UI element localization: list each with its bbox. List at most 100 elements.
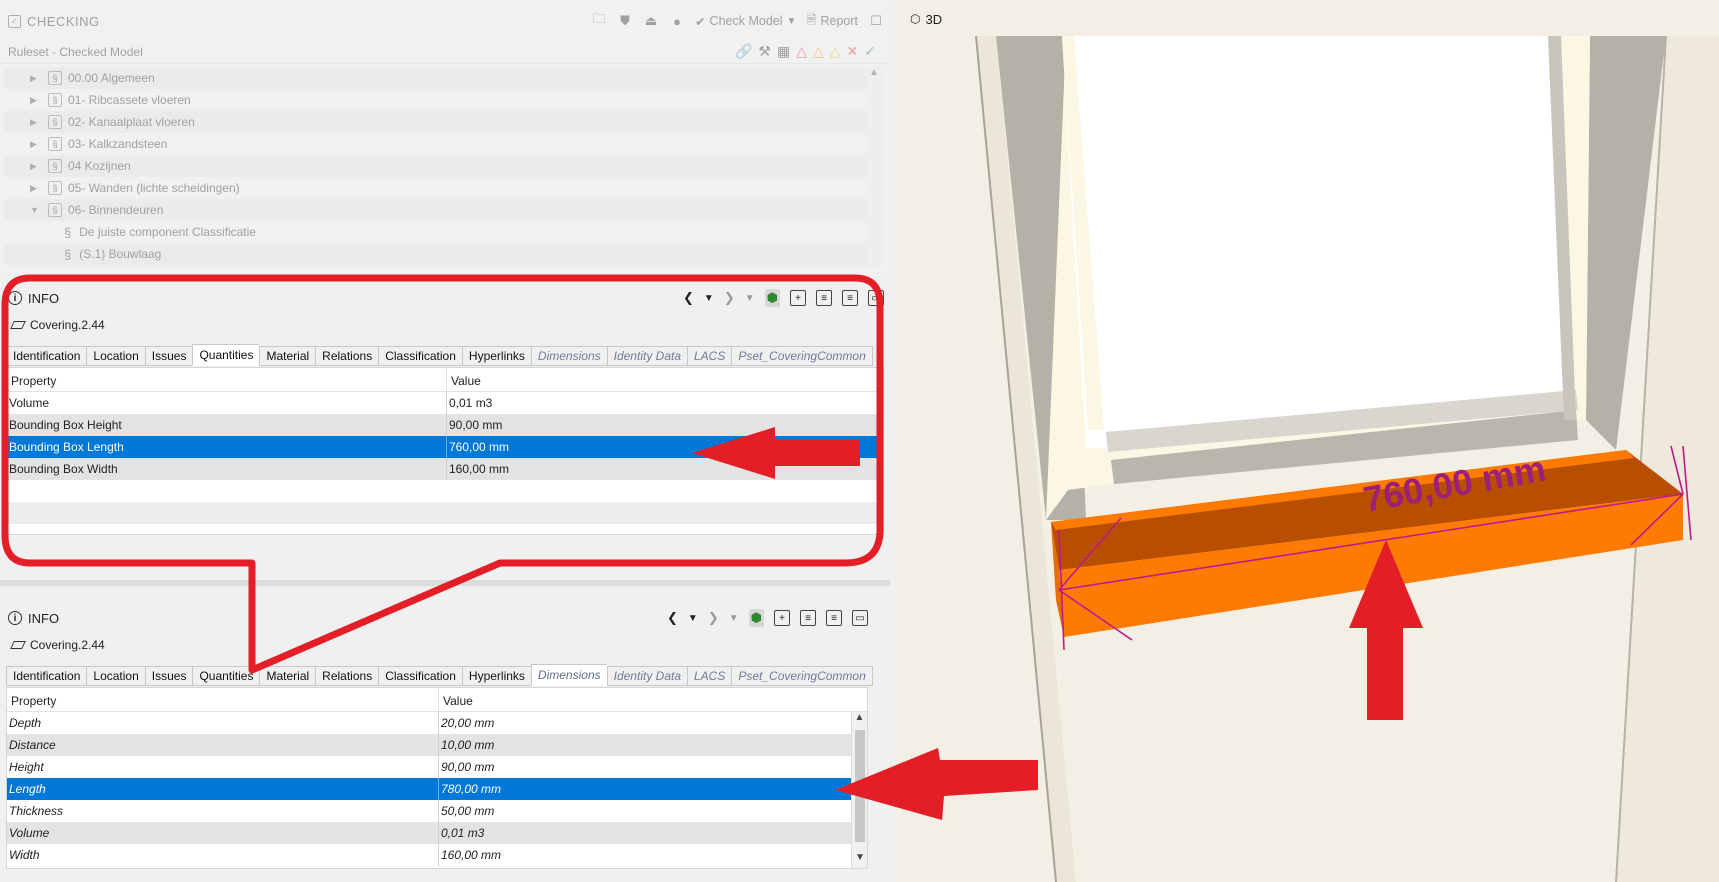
- select-in-model-icon[interactable]: ⬢: [764, 289, 780, 307]
- tab-material[interactable]: Material: [259, 346, 316, 366]
- tree-rule-item[interactable]: § (S.1) Bouwlaag: [4, 243, 870, 265]
- table-row[interactable]: Bounding Box Width 160,00 mm: [7, 458, 883, 480]
- tab-location[interactable]: Location: [86, 666, 145, 686]
- add-property-icon[interactable]: +: [790, 290, 806, 306]
- tree-item[interactable]: ▶ § 05- Wanden (lichte scheidingen): [4, 177, 870, 199]
- select-in-model-icon[interactable]: ⬢: [748, 609, 764, 627]
- tab-identity-data[interactable]: Identity Data: [606, 346, 687, 366]
- back-arrow-icon[interactable]: ❮: [667, 610, 678, 626]
- expand-arrow-icon[interactable]: ▶: [30, 183, 44, 194]
- tools-icon[interactable]: ⚒: [758, 43, 771, 60]
- forward-dropdown-icon[interactable]: ▼: [745, 293, 755, 304]
- table-row[interactable]: Height 90,00 mm: [7, 756, 867, 778]
- scroll-up-icon[interactable]: ▲: [852, 712, 867, 728]
- model-icon[interactable]: ⏏: [643, 13, 659, 29]
- scroll-down-icon[interactable]: ▼: [852, 852, 868, 868]
- column-header-value[interactable]: Value: [439, 688, 477, 711]
- maximize-icon[interactable]: ▭: [852, 610, 868, 626]
- table-row[interactable]: Volume 0,01 m3: [7, 392, 883, 414]
- clipboard-icon[interactable]: ≡: [842, 290, 858, 306]
- open-folder-icon[interactable]: 🗀: [591, 11, 607, 29]
- tree-item[interactable]: ▶ § 04 Kozijnen: [4, 155, 870, 177]
- clipboard-icon[interactable]: ≡: [826, 610, 842, 626]
- tab-relations[interactable]: Relations: [315, 666, 379, 686]
- check-model-button[interactable]: ✔ Check Model ▼: [695, 14, 796, 29]
- table-row[interactable]: Bounding Box Height 90,00 mm: [7, 414, 883, 436]
- scroll-up-icon[interactable]: ▲: [866, 67, 882, 78]
- checking-scrollbar[interactable]: ▲: [866, 67, 882, 267]
- table-row[interactable]: Depth 20,00 mm: [7, 712, 867, 734]
- moderate-warning-icon[interactable]: △: [813, 43, 824, 60]
- back-arrow-icon[interactable]: ❮: [683, 290, 694, 306]
- column-header-property[interactable]: Property: [7, 688, 439, 711]
- tab-location[interactable]: Location: [86, 346, 145, 366]
- maximize-icon[interactable]: ▭: [868, 290, 884, 306]
- tab-identity-data[interactable]: Identity Data: [606, 666, 687, 686]
- scroll-thumb[interactable]: [855, 730, 865, 842]
- tab-dimensions[interactable]: Dimensions: [530, 346, 607, 366]
- tab-relations[interactable]: Relations: [315, 346, 379, 366]
- tree-item[interactable]: ▶ § 03- Kalkzandsteen: [4, 133, 870, 155]
- accepted-icon[interactable]: ✓: [864, 43, 876, 60]
- forward-dropdown-icon[interactable]: ▼: [729, 613, 739, 624]
- chevron-down-icon[interactable]: ▼: [787, 16, 797, 27]
- critical-warning-icon[interactable]: △: [796, 43, 807, 60]
- maximize-icon[interactable]: ☐: [868, 13, 884, 29]
- column-header-value[interactable]: Value: [447, 368, 485, 391]
- back-dropdown-icon[interactable]: ▼: [688, 613, 698, 624]
- table-row[interactable]: Width 160,00 mm: [7, 844, 867, 866]
- record-icon[interactable]: ●: [669, 13, 685, 29]
- column-header-property[interactable]: Property: [7, 368, 447, 391]
- tab-issues[interactable]: Issues: [144, 346, 193, 366]
- tab-dimensions[interactable]: Dimensions: [530, 664, 607, 686]
- expand-arrow-icon[interactable]: ▶: [30, 117, 44, 128]
- rejected-icon[interactable]: ✕: [847, 43, 859, 60]
- low-warning-icon[interactable]: △: [830, 43, 841, 60]
- tab-classification[interactable]: Classification: [378, 666, 462, 686]
- tab-hyperlinks[interactable]: Hyperlinks: [461, 346, 531, 366]
- report-button[interactable]: 🗎 Report: [806, 11, 858, 32]
- table-row[interactable]: Distance 10,00 mm: [7, 734, 867, 756]
- table-row-selected[interactable]: Bounding Box Length 760,00 mm: [7, 436, 883, 458]
- tab-quantities[interactable]: Quantities: [192, 344, 260, 366]
- tree-item[interactable]: ▼ § 06- Binnendeuren: [4, 199, 870, 221]
- ruleset-tree[interactable]: ▶ § 00.00 Algemeen ▶ § 01- Ribcassete vloere…: [4, 67, 870, 265]
- grid-scrollbar[interactable]: ▲ ▼: [851, 712, 867, 868]
- panel-splitter[interactable]: [0, 580, 890, 586]
- tab-lacs[interactable]: LACS: [687, 346, 732, 366]
- expand-arrow-icon[interactable]: ▶: [30, 139, 44, 150]
- add-property-icon[interactable]: +: [774, 610, 790, 626]
- tree-item[interactable]: ▶ § 01- Ribcassete vloeren: [4, 89, 870, 111]
- forward-arrow-icon[interactable]: ❯: [708, 610, 719, 626]
- tree-item[interactable]: ▶ § 02- Kanaalplaat vloeren: [4, 111, 870, 133]
- tab-hyperlinks[interactable]: Hyperlinks: [461, 666, 531, 686]
- tab-identification[interactable]: Identification: [6, 346, 87, 366]
- link-icon[interactable]: 🔗: [735, 43, 752, 60]
- tab-pset-covering-common[interactable]: Pset_CoveringCommon: [731, 346, 873, 366]
- copy-icon[interactable]: ≡: [816, 290, 832, 306]
- tab-lacs[interactable]: LACS: [687, 666, 732, 686]
- copy-icon[interactable]: ≡: [800, 610, 816, 626]
- forward-arrow-icon[interactable]: ❯: [724, 290, 735, 306]
- expand-arrow-icon[interactable]: ▶: [30, 73, 44, 84]
- tab-classification[interactable]: Classification: [378, 346, 462, 366]
- expand-arrow-icon[interactable]: ▶: [30, 161, 44, 172]
- tab-material[interactable]: Material: [259, 666, 316, 686]
- tab-quantities[interactable]: Quantities: [192, 666, 260, 686]
- table-row[interactable]: Volume 0,01 m3: [7, 822, 867, 844]
- 3d-view-panel[interactable]: ⬡ 3D 760,00 mm: [896, 0, 1719, 882]
- grid-header: Property Value: [7, 368, 883, 392]
- table-row-selected[interactable]: Length 780,00 mm: [7, 778, 867, 800]
- tree-item[interactable]: ▶ § 00.00 Algemeen: [4, 67, 870, 89]
- tree-rule-item[interactable]: § De juiste component Classificatie: [4, 221, 870, 243]
- 3d-scene[interactable]: 760,00 mm: [896, 0, 1719, 882]
- back-dropdown-icon[interactable]: ▼: [704, 293, 714, 304]
- collapse-arrow-icon[interactable]: ▼: [30, 205, 44, 215]
- table-row[interactable]: Thickness 50,00 mm: [7, 800, 867, 822]
- tab-identification[interactable]: Identification: [6, 666, 87, 686]
- table-icon[interactable]: ▦: [777, 43, 790, 60]
- ruleset-icon[interactable]: ⛊: [617, 13, 633, 29]
- tab-pset-covering-common[interactable]: Pset_CoveringCommon: [731, 666, 873, 686]
- expand-arrow-icon[interactable]: ▶: [30, 95, 44, 106]
- tab-issues[interactable]: Issues: [144, 666, 193, 686]
